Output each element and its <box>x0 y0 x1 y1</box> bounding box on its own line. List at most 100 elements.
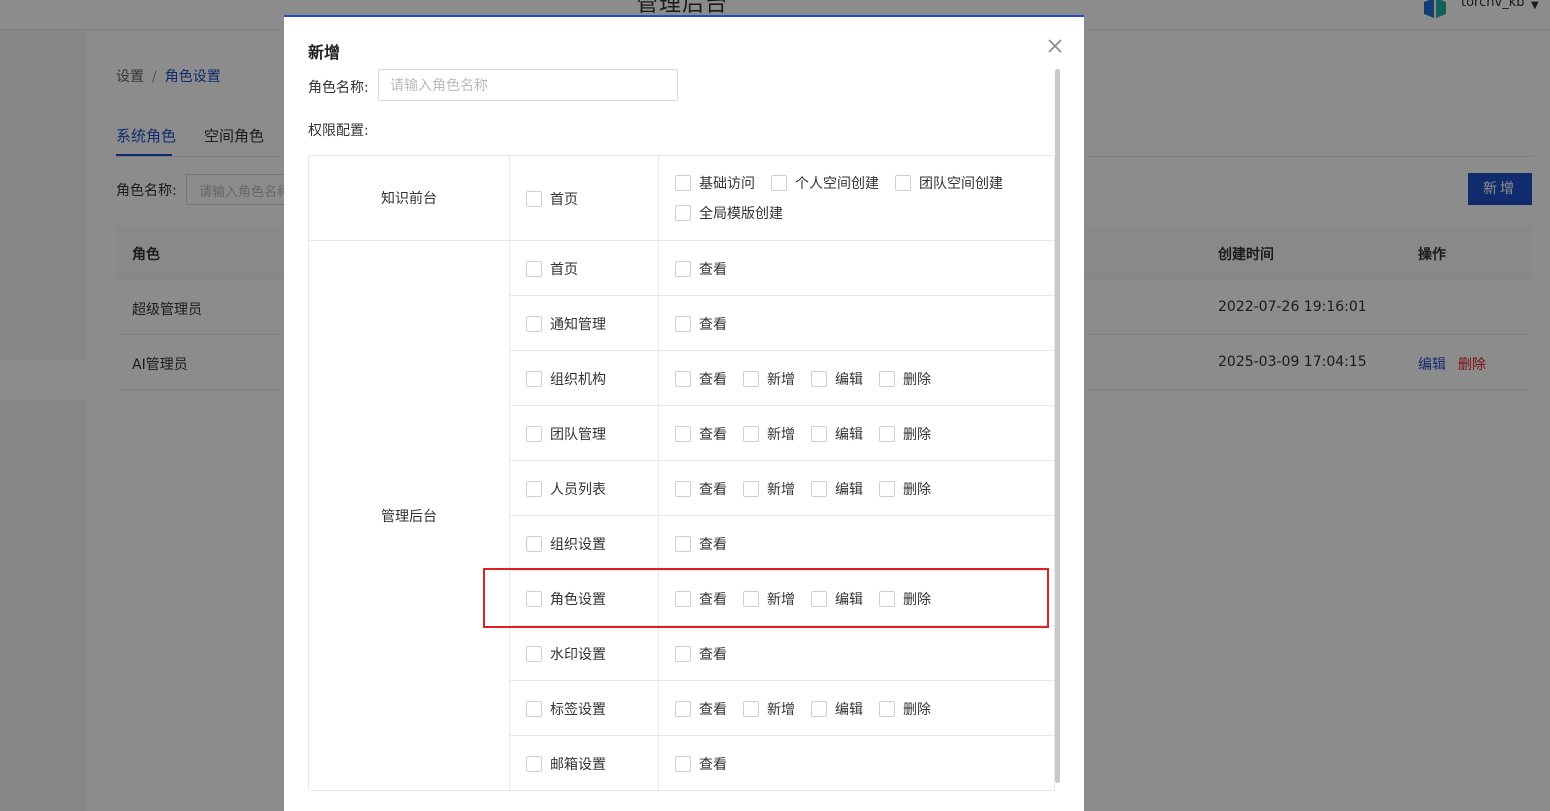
permission-module-cell: 首页 <box>510 156 659 240</box>
checkbox-box[interactable] <box>879 700 895 717</box>
permission-config-label: 权限配置: <box>308 123 369 139</box>
action-checkbox[interactable]: 删除 <box>879 589 931 609</box>
checkbox-box[interactable] <box>675 755 691 772</box>
module-checkbox[interactable]: 标签设置 <box>526 699 606 719</box>
checkbox-box[interactable] <box>526 590 542 607</box>
action-checkbox[interactable]: 查看 <box>675 699 727 719</box>
action-checkbox[interactable]: 查看 <box>675 754 727 774</box>
permission-module-cell: 组织机构 <box>510 351 659 405</box>
checkbox-box[interactable] <box>526 480 542 497</box>
permission-group-name: 管理后台 <box>309 241 510 791</box>
action-checkbox[interactable]: 查看 <box>675 369 727 389</box>
checkbox-box[interactable] <box>879 370 895 387</box>
role-name-input[interactable] <box>378 69 678 101</box>
action-label: 团队空间创建 <box>919 176 1003 192</box>
modal-title: 新增 <box>308 43 341 62</box>
action-checkbox[interactable]: 查看 <box>675 259 727 279</box>
action-checkbox[interactable]: 新增 <box>743 369 795 389</box>
module-checkbox[interactable]: 通知管理 <box>526 314 606 334</box>
module-checkbox[interactable]: 人员列表 <box>526 479 606 499</box>
permission-actions-cell: 查看 <box>659 516 1054 570</box>
permission-group: 知识前台 首页 基础访问 个人空间创建 团队空间创建 全局模版创建 <box>309 156 1055 241</box>
checkbox-box[interactable] <box>811 700 827 717</box>
checkbox-box[interactable] <box>675 645 691 662</box>
checkbox-box[interactable] <box>879 480 895 497</box>
action-checkbox[interactable]: 查看 <box>675 644 727 664</box>
checkbox-box[interactable] <box>526 370 542 387</box>
action-checkbox[interactable]: 全局模版创建 <box>675 203 783 223</box>
module-checkbox[interactable]: 邮箱设置 <box>526 754 606 774</box>
action-label: 删除 <box>903 591 931 608</box>
checkbox-box[interactable] <box>811 590 827 607</box>
modal-scrollbar[interactable] <box>1055 69 1060 783</box>
action-checkbox[interactable]: 团队空间创建 <box>895 173 1003 193</box>
checkbox-box[interactable] <box>675 535 691 552</box>
checkbox-box[interactable] <box>675 205 691 221</box>
module-checkbox[interactable]: 首页 <box>526 189 578 209</box>
action-checkbox[interactable]: 新增 <box>743 589 795 609</box>
checkbox-box[interactable] <box>526 645 542 662</box>
action-checkbox[interactable]: 删除 <box>879 479 931 499</box>
checkbox-box[interactable] <box>526 190 542 207</box>
action-checkbox[interactable]: 查看 <box>675 534 727 554</box>
checkbox-box[interactable] <box>526 535 542 552</box>
module-checkbox[interactable]: 水印设置 <box>526 644 606 664</box>
checkbox-box[interactable] <box>675 480 691 497</box>
checkbox-box[interactable] <box>526 315 542 332</box>
checkbox-box[interactable] <box>675 175 691 191</box>
checkbox-box[interactable] <box>895 175 911 191</box>
module-label: 首页 <box>550 261 578 278</box>
module-label: 团队管理 <box>550 426 606 443</box>
action-checkbox[interactable]: 编辑 <box>811 424 863 444</box>
action-checkbox[interactable]: 删除 <box>879 369 931 389</box>
action-checkbox[interactable]: 编辑 <box>811 589 863 609</box>
module-label: 水印设置 <box>550 646 606 663</box>
checkbox-box[interactable] <box>675 370 691 387</box>
permission-actions-cell: 查看 新增 编辑 删除 <box>659 351 1054 405</box>
action-checkbox[interactable]: 编辑 <box>811 369 863 389</box>
module-checkbox[interactable]: 角色设置 <box>526 589 606 609</box>
checkbox-box[interactable] <box>743 700 759 717</box>
checkbox-box[interactable] <box>811 480 827 497</box>
checkbox-box[interactable] <box>743 590 759 607</box>
checkbox-box[interactable] <box>526 260 542 277</box>
checkbox-box[interactable] <box>526 425 542 442</box>
checkbox-box[interactable] <box>526 755 542 772</box>
checkbox-box[interactable] <box>743 425 759 442</box>
action-checkbox[interactable]: 个人空间创建 <box>771 173 879 193</box>
action-checkbox[interactable]: 新增 <box>743 479 795 499</box>
action-checkbox[interactable]: 编辑 <box>811 479 863 499</box>
permission-row: 人员列表 查看 新增 编辑 删除 <box>510 461 1055 516</box>
action-checkbox[interactable]: 删除 <box>879 424 931 444</box>
checkbox-box[interactable] <box>675 425 691 442</box>
close-icon[interactable] <box>1044 35 1066 57</box>
module-checkbox[interactable]: 首页 <box>526 259 578 279</box>
action-checkbox[interactable]: 编辑 <box>811 699 863 719</box>
action-checkbox[interactable]: 查看 <box>675 314 727 334</box>
checkbox-box[interactable] <box>743 480 759 497</box>
checkbox-box[interactable] <box>675 590 691 607</box>
checkbox-box[interactable] <box>675 315 691 332</box>
module-checkbox[interactable]: 组织设置 <box>526 534 606 554</box>
checkbox-box[interactable] <box>879 425 895 442</box>
checkbox-box[interactable] <box>675 700 691 717</box>
action-checkbox[interactable]: 查看 <box>675 479 727 499</box>
action-checkbox[interactable]: 新增 <box>743 424 795 444</box>
action-checkbox[interactable]: 查看 <box>675 424 727 444</box>
module-checkbox[interactable]: 团队管理 <box>526 424 606 444</box>
permission-module-cell: 首页 <box>510 241 659 295</box>
checkbox-box[interactable] <box>879 590 895 607</box>
checkbox-box[interactable] <box>526 700 542 717</box>
checkbox-box[interactable] <box>811 425 827 442</box>
action-checkbox[interactable]: 删除 <box>879 699 931 719</box>
module-checkbox[interactable]: 组织机构 <box>526 369 606 389</box>
action-checkbox[interactable]: 基础访问 <box>675 173 755 193</box>
permission-module-cell: 通知管理 <box>510 296 659 350</box>
action-checkbox[interactable]: 新增 <box>743 699 795 719</box>
checkbox-box[interactable] <box>811 370 827 387</box>
action-checkbox[interactable]: 查看 <box>675 589 727 609</box>
checkbox-box[interactable] <box>743 370 759 387</box>
checkbox-box[interactable] <box>771 175 787 191</box>
action-label: 删除 <box>903 426 931 443</box>
checkbox-box[interactable] <box>675 260 691 277</box>
